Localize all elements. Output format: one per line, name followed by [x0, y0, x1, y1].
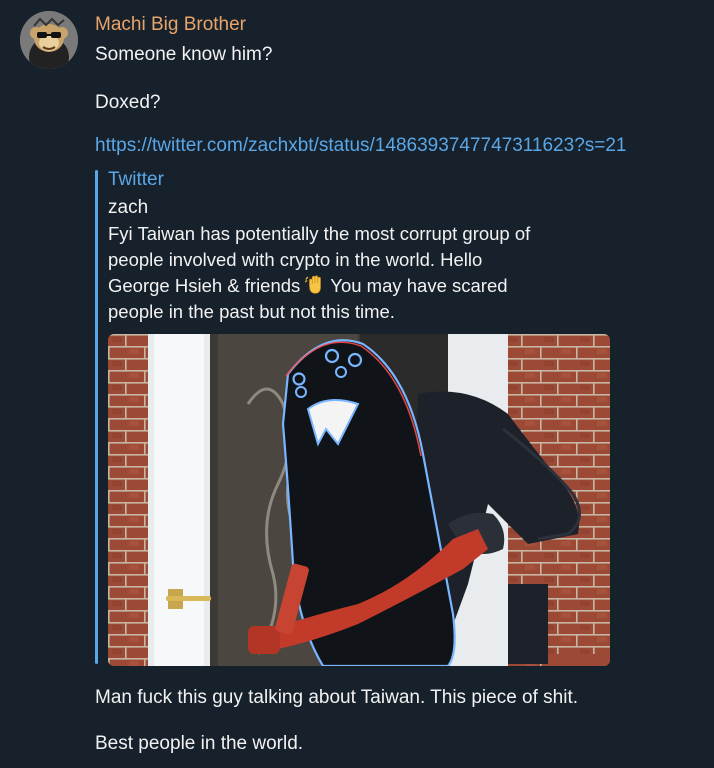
preview-line-part: George Hsieh & friends — [108, 275, 301, 296]
preview-line: people in the past but not this time. — [108, 301, 395, 322]
preview-description: Fyi Taiwan has potentially the most corr… — [108, 221, 628, 325]
preview-site-name: Twitter — [108, 169, 164, 190]
message-text: Man fuck this guy talking about Taiwan. … — [95, 687, 579, 708]
preview-accent-bar — [95, 170, 98, 664]
chat-view: Machi Big Brother Someone know him? Doxe… — [0, 0, 714, 768]
waving-hand-icon — [305, 275, 322, 294]
penguin-burglar-ram-image — [108, 334, 610, 666]
message-text: Someone know him? — [95, 44, 273, 65]
link-preview[interactable]: Twitter zach Fyi Taiwan has potentially … — [93, 168, 633, 668]
preview-author: zach — [108, 197, 149, 218]
preview-line-part: You may have scared — [330, 275, 508, 296]
message-text: Best people in the world. — [95, 733, 304, 754]
message-link[interactable]: https://twitter.com/zachxbt/status/14863… — [95, 134, 627, 158]
preview-line: George Hsieh & friends You may have scar… — [108, 273, 628, 299]
preview-line: people involved with crypto in the world… — [108, 249, 483, 270]
cartoon-ape-avatar-icon — [20, 11, 78, 69]
preview-image[interactable] — [108, 334, 610, 666]
sender-avatar[interactable] — [20, 11, 78, 69]
message-text: Doxed? — [95, 92, 161, 113]
preview-line: Fyi Taiwan has potentially the most corr… — [108, 223, 531, 244]
sender-name[interactable]: Machi Big Brother — [95, 13, 246, 37]
